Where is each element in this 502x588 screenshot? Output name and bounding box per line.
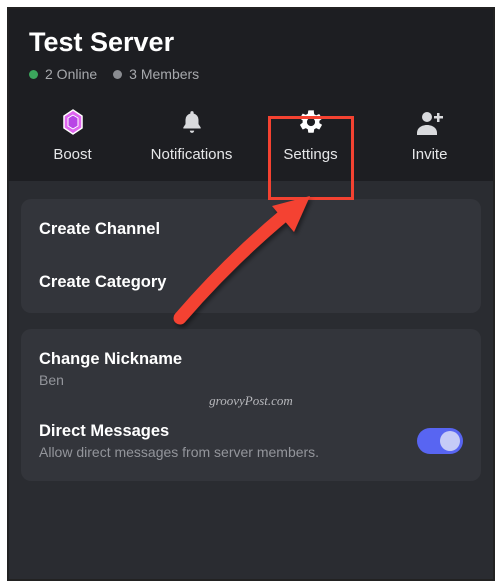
online-dot-icon [29, 70, 38, 79]
online-status: 2 Online [29, 66, 97, 82]
server-options: Create Channel Create Category Change Ni… [9, 181, 493, 481]
invite-label: Invite [412, 146, 448, 163]
invite-button[interactable]: Invite [370, 108, 489, 163]
create-card: Create Channel Create Category [21, 199, 481, 313]
create-category-label: Create Category [39, 273, 463, 292]
change-nickname-item[interactable]: Change Nickname Ben [21, 333, 481, 405]
server-status-row: 2 Online 3 Members [29, 66, 473, 82]
boost-icon [61, 108, 85, 136]
members-count: 3 Members [129, 66, 199, 82]
server-header: Test Server 2 Online 3 Members [9, 9, 493, 96]
members-dot-icon [113, 70, 122, 79]
bell-icon [179, 108, 205, 136]
boost-button[interactable]: Boost [13, 108, 132, 163]
gear-icon [297, 108, 325, 136]
nickname-value: Ben [39, 372, 463, 388]
profile-card: Change Nickname Ben Direct Messages Allo… [21, 329, 481, 481]
direct-messages-desc: Allow direct messages from server member… [39, 444, 319, 460]
notifications-label: Notifications [151, 146, 233, 163]
direct-messages-toggle[interactable] [417, 428, 463, 454]
online-count: 2 Online [45, 66, 97, 82]
create-channel-item[interactable]: Create Channel [21, 203, 481, 256]
members-status: 3 Members [113, 66, 199, 82]
notifications-button[interactable]: Notifications [132, 108, 251, 163]
settings-button[interactable]: Settings [251, 108, 370, 163]
toggle-knob-icon [440, 431, 460, 451]
create-category-item[interactable]: Create Category [21, 256, 481, 309]
action-bar: Boost Notifications Settings [9, 96, 493, 181]
invite-icon [415, 108, 445, 136]
change-nickname-label: Change Nickname [39, 350, 463, 369]
server-title: Test Server [29, 27, 473, 58]
direct-messages-item[interactable]: Direct Messages Allow direct messages fr… [21, 405, 481, 477]
create-channel-label: Create Channel [39, 220, 463, 239]
settings-label: Settings [283, 146, 337, 163]
direct-messages-label: Direct Messages [39, 422, 319, 441]
boost-label: Boost [53, 146, 91, 163]
